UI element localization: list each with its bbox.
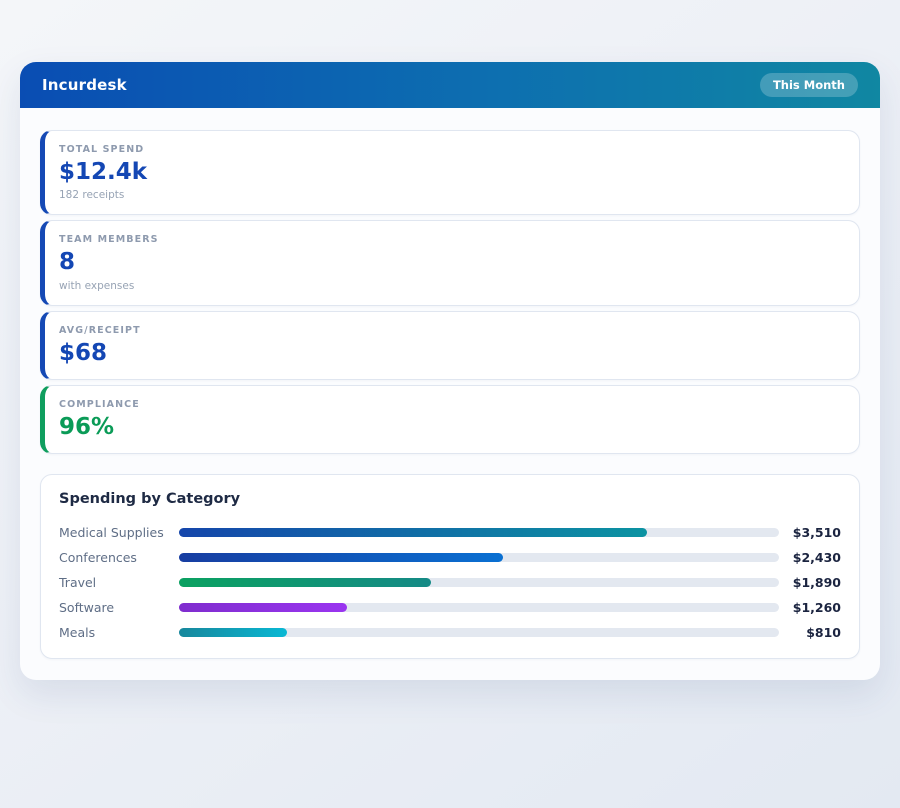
category-label: Software bbox=[59, 600, 179, 615]
stat-subtext: with expenses bbox=[59, 280, 841, 292]
bar-fill bbox=[179, 628, 287, 637]
category-label: Conferences bbox=[59, 550, 179, 565]
stat-value: 8 bbox=[59, 250, 841, 275]
stat-label: TEAM MEMBERS bbox=[59, 234, 841, 245]
category-row: Software $1,260 bbox=[59, 595, 841, 620]
category-row: Medical Supplies $3,510 bbox=[59, 520, 841, 545]
category-label: Travel bbox=[59, 575, 179, 590]
app-title: Incurdesk bbox=[42, 76, 127, 94]
stat-subtext: 182 receipts bbox=[59, 189, 841, 201]
stat-card: COMPLIANCE 96% bbox=[40, 385, 860, 454]
category-label: Meals bbox=[59, 625, 179, 640]
stat-card: TOTAL SPEND $12.4k 182 receipts bbox=[40, 130, 860, 215]
bar-fill bbox=[179, 528, 647, 537]
stat-value: 96% bbox=[59, 415, 841, 440]
category-label: Medical Supplies bbox=[59, 525, 179, 540]
section-title: Spending by Category bbox=[59, 491, 841, 507]
stat-card: TEAM MEMBERS 8 with expenses bbox=[40, 220, 860, 305]
period-badge[interactable]: This Month bbox=[760, 73, 858, 97]
category-row-list: Medical Supplies $3,510 Conferences $2,4… bbox=[59, 520, 841, 645]
category-row: Conferences $2,430 bbox=[59, 545, 841, 570]
bar-fill bbox=[179, 578, 431, 587]
dashboard-content: TOTAL SPEND $12.4k 182 receipts TEAM MEM… bbox=[20, 108, 880, 680]
category-amount: $1,890 bbox=[779, 575, 841, 590]
category-row: Travel $1,890 bbox=[59, 570, 841, 595]
stat-value: $68 bbox=[59, 341, 841, 366]
spending-by-category-card: Spending by Category Medical Supplies $3… bbox=[40, 474, 860, 659]
category-row: Meals $810 bbox=[59, 620, 841, 645]
bar-track bbox=[179, 578, 779, 587]
stat-label: COMPLIANCE bbox=[59, 399, 841, 410]
bar-fill bbox=[179, 603, 347, 612]
bar-track bbox=[179, 628, 779, 637]
category-amount: $3,510 bbox=[779, 525, 841, 540]
category-amount: $810 bbox=[779, 625, 841, 640]
stat-label: TOTAL SPEND bbox=[59, 144, 841, 155]
bar-track bbox=[179, 528, 779, 537]
app-container: Incurdesk This Month TOTAL SPEND $12.4k … bbox=[20, 62, 880, 680]
stat-value: $12.4k bbox=[59, 160, 841, 185]
category-amount: $2,430 bbox=[779, 550, 841, 565]
app-header: Incurdesk This Month bbox=[20, 62, 880, 108]
stat-card-list: TOTAL SPEND $12.4k 182 receipts TEAM MEM… bbox=[40, 130, 860, 454]
category-amount: $1,260 bbox=[779, 600, 841, 615]
bar-track bbox=[179, 603, 779, 612]
stat-label: AVG/RECEIPT bbox=[59, 325, 841, 336]
bar-fill bbox=[179, 553, 503, 562]
bar-track bbox=[179, 553, 779, 562]
stat-card: AVG/RECEIPT $68 bbox=[40, 311, 860, 380]
